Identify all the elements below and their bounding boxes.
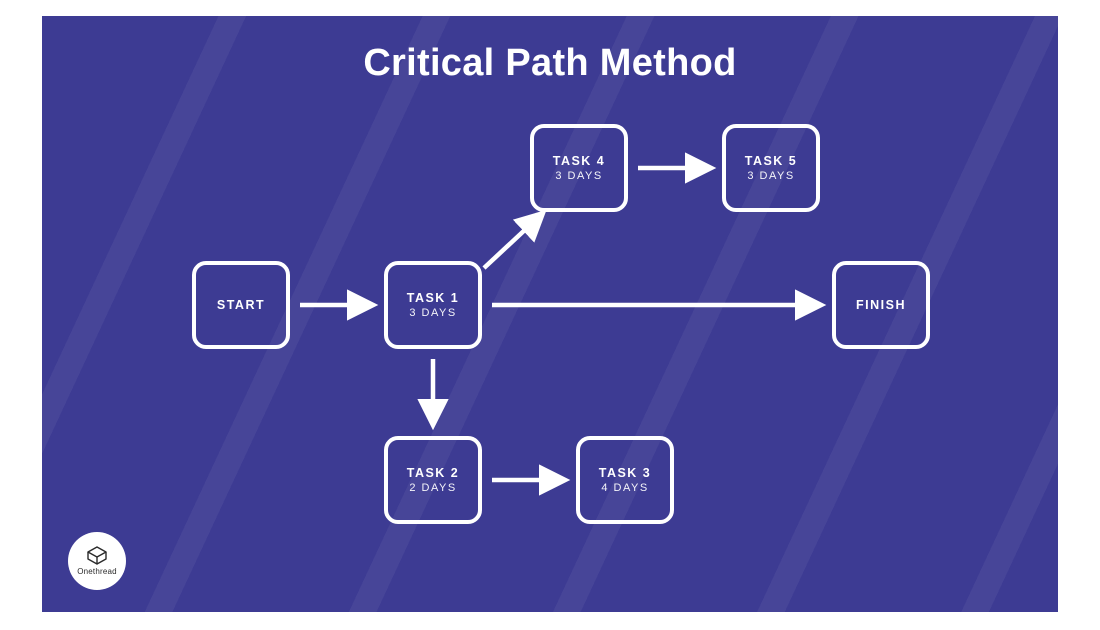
brand-logo: Onethread [68,532,126,590]
node-duration: 3 DAYS [409,307,456,319]
node-task5: TASK 5 3 DAYS [722,124,820,212]
node-task2: TASK 2 2 DAYS [384,436,482,524]
node-start: START [192,261,290,349]
node-label: TASK 2 [407,466,460,480]
node-duration: 3 DAYS [747,170,794,182]
diagram-canvas: Critical Path Method START TASK 1 [42,16,1058,612]
arrow-icon [484,214,542,268]
node-task4: TASK 4 3 DAYS [530,124,628,212]
node-duration: 2 DAYS [409,482,456,494]
node-duration: 4 DAYS [601,482,648,494]
node-label: TASK 5 [745,154,798,168]
node-label: START [217,298,265,312]
node-label: TASK 1 [407,291,460,305]
node-label: TASK 3 [599,466,652,480]
node-task1: TASK 1 3 DAYS [384,261,482,349]
node-label: TASK 4 [553,154,606,168]
node-task3: TASK 3 4 DAYS [576,436,674,524]
cube-icon [85,546,109,566]
node-finish: FINISH [832,261,930,349]
node-duration: 3 DAYS [555,170,602,182]
brand-text: Onethread [77,567,117,576]
node-label: FINISH [856,298,906,312]
